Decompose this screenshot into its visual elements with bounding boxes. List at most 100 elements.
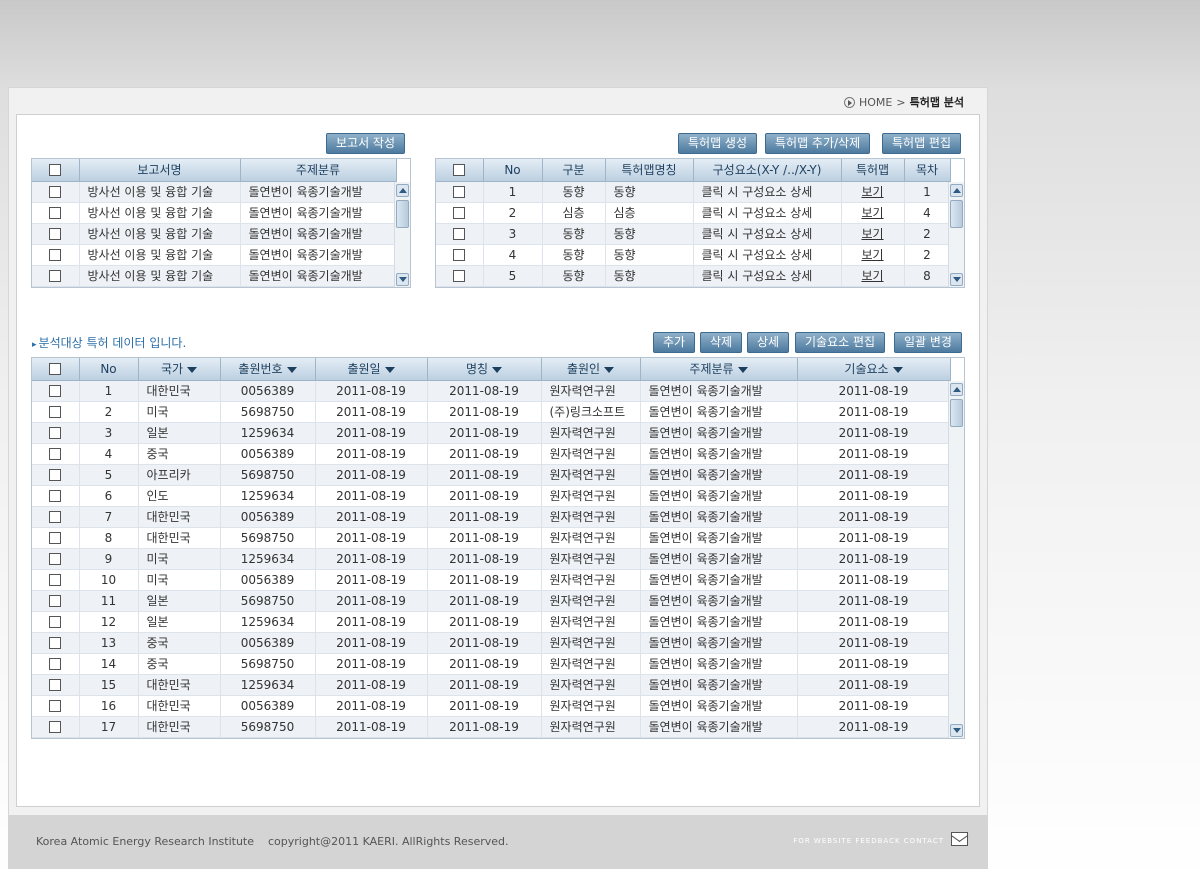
column-header-toc[interactable]: 목차 xyxy=(904,159,951,182)
report-name-cell[interactable]: 방사선 이용 및 융합 기술 xyxy=(79,223,241,245)
select-all-maps-checkbox[interactable] xyxy=(453,164,466,177)
column-header-no[interactable]: No xyxy=(79,358,139,381)
row-checkbox[interactable] xyxy=(49,249,62,261)
row-checkbox[interactable] xyxy=(49,658,62,670)
select-all-patents-checkbox[interactable] xyxy=(49,363,62,376)
sort-down-icon[interactable] xyxy=(604,366,615,373)
table-row[interactable]: 4 중국 0056389 2011-08-19 2011-08-19 원자력연구원 돌연변이… xyxy=(32,443,951,465)
column-header-map-name[interactable]: 특허맵명칭 xyxy=(605,159,694,182)
table-row[interactable]: 방사선 이용 및 융합 기술 돌연변이 육종기술개발 xyxy=(32,181,397,203)
row-checkbox[interactable] xyxy=(49,207,62,219)
table-row[interactable]: 방사선 이용 및 융합 기술 돌연변이 육종기술개발 xyxy=(32,223,397,245)
row-checkbox[interactable] xyxy=(49,700,62,712)
add-remove-patent-map-button[interactable]: 특허맵 추가/삭제 xyxy=(765,133,871,154)
view-link[interactable]: 보기 xyxy=(841,265,905,287)
table-row[interactable]: 8 대한민국 5698750 2011-08-19 2011-08-19 원자력연구원 돌연… xyxy=(32,527,951,549)
patent-scrollbar[interactable] xyxy=(948,381,964,738)
column-header-application-number[interactable]: 출원번호 xyxy=(220,358,316,381)
subject-cell[interactable]: 돌연변이 육종기술개발 xyxy=(240,265,397,287)
view-link[interactable]: 보기 xyxy=(841,223,905,245)
row-checkbox[interactable] xyxy=(49,553,62,565)
table-row[interactable]: 5 아프리카 5698750 2011-08-19 2011-08-19 원자력연구원 돌연… xyxy=(32,464,951,486)
sort-down-icon[interactable] xyxy=(492,366,503,373)
table-row[interactable]: 방사선 이용 및 융합 기술 돌연변이 육종기술개발 xyxy=(32,244,397,266)
row-checkbox[interactable] xyxy=(49,270,62,282)
table-row[interactable]: 12 일본 1259634 2011-08-19 2011-08-19 원자력연구원 돌연변… xyxy=(32,611,951,633)
table-row[interactable]: 10 미국 0056389 2011-08-19 2011-08-19 원자력연구원 돌연변… xyxy=(32,569,951,591)
bulk-change-button[interactable]: 일괄 변경 xyxy=(894,332,962,353)
row-checkbox[interactable] xyxy=(49,721,62,733)
row-checkbox[interactable] xyxy=(49,469,62,481)
subject-cell[interactable]: 돌연변이 육종기술개발 xyxy=(240,181,397,203)
report-name-cell[interactable]: 방사선 이용 및 융합 기술 xyxy=(79,202,241,224)
row-checkbox[interactable] xyxy=(49,448,62,460)
row-checkbox[interactable] xyxy=(49,228,62,240)
scroll-up-icon[interactable] xyxy=(396,184,409,197)
feedback-contact-label[interactable]: FOR WEBSITE FEEDBACK CONTACT xyxy=(793,837,944,845)
column-header-report-name[interactable]: 보고서명 xyxy=(79,159,241,182)
row-checkbox[interactable] xyxy=(49,406,62,418)
table-row[interactable]: 6 인도 1259634 2011-08-19 2011-08-19 원자력연구원 돌연변이… xyxy=(32,485,951,507)
sort-down-icon[interactable] xyxy=(892,366,903,373)
report-name-cell[interactable]: 방사선 이용 및 융합 기술 xyxy=(79,244,241,266)
row-checkbox[interactable] xyxy=(453,249,466,261)
subject-cell[interactable]: 돌연변이 육종기술개발 xyxy=(240,244,397,266)
scroll-up-icon[interactable] xyxy=(950,383,963,396)
column-header-tech-element[interactable]: 기술요소 xyxy=(797,358,951,381)
write-report-button[interactable]: 보고서 작성 xyxy=(326,133,406,154)
table-row[interactable]: 2 미국 5698750 2011-08-19 2011-08-19 (주)링크소프트 돌연… xyxy=(32,401,951,423)
report-name-cell[interactable]: 방사선 이용 및 융합 기술 xyxy=(79,181,241,203)
row-checkbox[interactable] xyxy=(49,511,62,523)
column-header-country[interactable]: 국가 xyxy=(138,358,221,381)
scroll-down-icon[interactable] xyxy=(950,273,963,286)
sort-down-icon[interactable] xyxy=(737,366,748,373)
row-checkbox[interactable] xyxy=(49,490,62,502)
row-checkbox[interactable] xyxy=(49,186,62,198)
row-checkbox[interactable] xyxy=(49,532,62,544)
row-checkbox[interactable] xyxy=(49,574,62,586)
column-header-applicant[interactable]: 출원인 xyxy=(541,358,641,381)
table-row[interactable]: 13 중국 0056389 2011-08-19 2011-08-19 원자력연구원 돌연변… xyxy=(32,632,951,654)
edit-patent-map-button[interactable]: 특허맵 편집 xyxy=(882,133,962,154)
row-checkbox[interactable] xyxy=(49,616,62,628)
scroll-thumb[interactable] xyxy=(396,200,409,228)
column-header-subject[interactable]: 주제분류 xyxy=(240,159,397,182)
row-checkbox[interactable] xyxy=(453,207,466,219)
map-scrollbar[interactable] xyxy=(948,182,964,287)
table-row[interactable]: 방사선 이용 및 융합 기술 돌연변이 육종기술개발 xyxy=(32,202,397,224)
mail-icon[interactable] xyxy=(951,832,968,846)
view-link[interactable]: 보기 xyxy=(841,244,905,266)
components-cell[interactable]: 클릭 시 구성요소 상세 xyxy=(693,244,842,266)
table-row[interactable]: 3 일본 1259634 2011-08-19 2011-08-19 원자력연구원 돌연변이… xyxy=(32,422,951,444)
column-header-application-date[interactable]: 출원일 xyxy=(315,358,428,381)
row-checkbox[interactable] xyxy=(49,427,62,439)
sort-down-icon[interactable] xyxy=(384,366,395,373)
table-row[interactable]: 2 심층 심층 클릭 시 구성요소 상세 보기 4 xyxy=(436,202,951,224)
sort-down-icon[interactable] xyxy=(286,366,297,373)
components-cell[interactable]: 클릭 시 구성요소 상세 xyxy=(693,265,842,287)
column-header-subject[interactable]: 주제분류 xyxy=(640,358,798,381)
table-row[interactable]: 11 일본 5698750 2011-08-19 2011-08-19 원자력연구원 돌연변… xyxy=(32,590,951,612)
table-row[interactable]: 3 동향 동향 클릭 시 구성요소 상세 보기 2 xyxy=(436,223,951,245)
table-row[interactable]: 5 동향 동향 클릭 시 구성요소 상세 보기 8 xyxy=(436,265,951,287)
table-row[interactable]: 9 미국 1259634 2011-08-19 2011-08-19 원자력연구원 돌연변이… xyxy=(32,548,951,570)
row-checkbox[interactable] xyxy=(453,186,466,198)
table-row[interactable]: 1 동향 동향 클릭 시 구성요소 상세 보기 1 xyxy=(436,181,951,203)
column-header-title[interactable]: 명칭 xyxy=(427,358,542,381)
column-header-patent-map[interactable]: 특허맵 xyxy=(841,159,905,182)
table-row[interactable]: 16 대한민국 0056389 2011-08-19 2011-08-19 원자력연구원 돌… xyxy=(32,695,951,717)
scroll-up-icon[interactable] xyxy=(950,184,963,197)
row-checkbox[interactable] xyxy=(453,270,466,282)
components-cell[interactable]: 클릭 시 구성요소 상세 xyxy=(693,223,842,245)
column-header-type[interactable]: 구분 xyxy=(542,159,606,182)
scroll-thumb[interactable] xyxy=(950,399,963,427)
select-all-reports-checkbox[interactable] xyxy=(49,164,62,177)
row-checkbox[interactable] xyxy=(49,595,62,607)
scroll-down-icon[interactable] xyxy=(396,273,409,286)
view-link[interactable]: 보기 xyxy=(841,202,905,224)
column-header-no[interactable]: No xyxy=(483,159,543,182)
subject-cell[interactable]: 돌연변이 육종기술개발 xyxy=(240,223,397,245)
row-checkbox[interactable] xyxy=(49,637,62,649)
table-row[interactable]: 17 대한민국 5698750 2011-08-19 2011-08-19 원자력연구원 돌… xyxy=(32,716,951,738)
edit-tech-elements-button[interactable]: 기술요소 편집 xyxy=(795,332,886,353)
